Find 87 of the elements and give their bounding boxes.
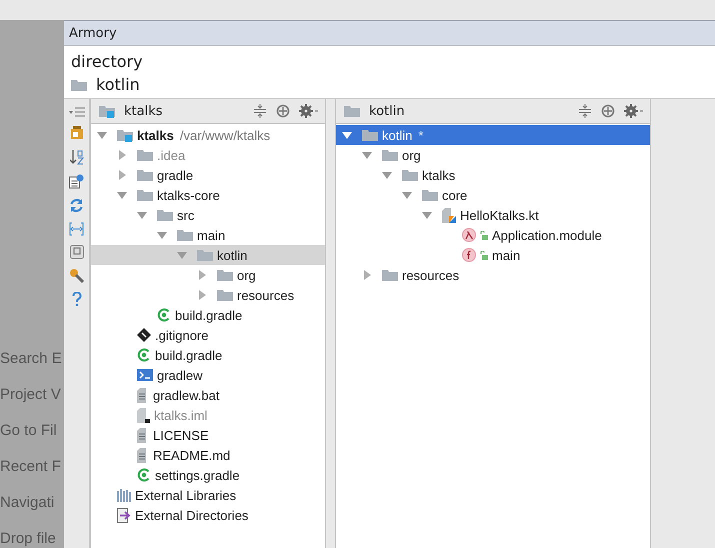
package-icon[interactable]	[70, 126, 84, 140]
settings-icon[interactable]	[624, 104, 644, 118]
kotlin-file-icon	[442, 208, 456, 222]
gradle-icon	[157, 308, 171, 322]
target-icon[interactable]	[276, 104, 290, 118]
collapse-all-icon[interactable]	[253, 104, 267, 118]
folder-icon	[137, 189, 153, 201]
tree-item[interactable]: build.gradle	[91, 305, 325, 325]
tree-item[interactable]: Application.module	[336, 225, 650, 245]
tree-item[interactable]: LICENSE	[91, 425, 325, 445]
tree-item[interactable]: gradlew	[91, 365, 325, 385]
expand-arrow-icon[interactable]	[362, 270, 372, 280]
folder-icon	[177, 229, 193, 241]
menu-hint: Drop file	[0, 529, 57, 548]
tree-item[interactable]: main	[336, 245, 650, 265]
menu-icon[interactable]	[68, 107, 84, 117]
panel-title: ktalks	[124, 104, 164, 118]
module-folder-icon	[99, 104, 115, 118]
tree-item[interactable]: README.md	[91, 445, 325, 465]
gradle-icon	[137, 468, 151, 482]
lock-icon	[480, 250, 488, 260]
folder-icon	[137, 169, 153, 181]
tree-item[interactable]: resources	[91, 285, 325, 305]
window-title: Armory	[69, 26, 117, 40]
folder-icon	[197, 249, 213, 261]
tree-item[interactable]: build.gradle	[91, 345, 325, 365]
tree-item[interactable]: External Directories	[91, 505, 325, 525]
folder-icon	[382, 149, 398, 161]
folder-icon	[137, 149, 153, 161]
tree-item[interactable]: resources	[336, 265, 650, 285]
lock-icon	[480, 230, 488, 240]
tree-item[interactable]: .gitignore	[91, 325, 325, 345]
folder-icon	[344, 105, 360, 117]
settings-icon[interactable]	[299, 104, 319, 118]
folder-icon	[422, 189, 438, 201]
collapse-all-icon[interactable]	[578, 104, 592, 118]
help-icon[interactable]	[72, 292, 82, 306]
document-clock-icon[interactable]	[69, 174, 84, 189]
tree-item[interactable]: src	[91, 205, 325, 225]
menu-hint: Search E	[0, 349, 63, 369]
text-file-icon	[137, 388, 149, 402]
folder-arrow-icon	[117, 508, 131, 522]
tree-item[interactable]: core	[336, 185, 650, 205]
text-file-icon	[137, 448, 149, 462]
function-icon	[462, 248, 476, 262]
tree-item[interactable]: gradlew.bat	[91, 385, 325, 405]
lambda-icon	[462, 228, 476, 242]
sync-icon[interactable]	[69, 198, 84, 213]
path-label: *	[418, 128, 424, 142]
terminal-icon	[137, 369, 153, 381]
collapse-arrow-icon[interactable]	[97, 130, 107, 140]
folder-icon	[157, 209, 173, 221]
tree-item[interactable]: kotlin *	[336, 125, 650, 145]
folder-icon	[71, 78, 87, 90]
text-file-icon	[137, 428, 149, 442]
tree-item[interactable]: org	[91, 265, 325, 285]
folder-icon	[382, 269, 398, 281]
sort-icon[interactable]	[70, 149, 84, 165]
menu-hint: Project V	[0, 385, 62, 405]
tree-item[interactable]: HelloKtalks.kt	[336, 205, 650, 225]
panel-title: kotlin	[369, 104, 406, 118]
tree-item[interactable]: main	[91, 225, 325, 245]
diamond-icon	[137, 328, 151, 342]
menu-hint: Recent F	[0, 457, 62, 477]
libraries-icon	[117, 488, 131, 502]
breadcrumb-heading: directory	[71, 51, 144, 73]
tree-item[interactable]: settings.gradle	[91, 465, 325, 485]
module-folder-icon	[117, 128, 133, 142]
target-icon[interactable]	[601, 104, 615, 118]
folder-icon	[217, 289, 233, 301]
breadcrumb-folder[interactable]: kotlin	[96, 73, 140, 96]
folder-icon	[402, 169, 418, 181]
gradle-icon	[137, 348, 151, 362]
tree-item[interactable]: kotlin	[91, 245, 325, 265]
tree-item[interactable]: org	[336, 145, 650, 165]
tree-item[interactable]: ktalks /var/www/ktalks	[91, 125, 325, 145]
tree-item[interactable]: gradle	[91, 165, 325, 185]
folder-icon	[217, 269, 233, 281]
expand-icon[interactable]	[69, 222, 84, 236]
tree-item[interactable]: External Libraries	[91, 485, 325, 505]
menu-hint: Go to Fil	[0, 421, 58, 441]
tree-item[interactable]: ktalks	[336, 165, 650, 185]
folder-icon	[362, 129, 378, 141]
tree-item[interactable]: ktalks-core	[91, 185, 325, 205]
path-label: /var/www/ktalks	[180, 128, 270, 142]
file-icon	[137, 408, 150, 422]
menu-hint: Navigati	[0, 493, 56, 513]
